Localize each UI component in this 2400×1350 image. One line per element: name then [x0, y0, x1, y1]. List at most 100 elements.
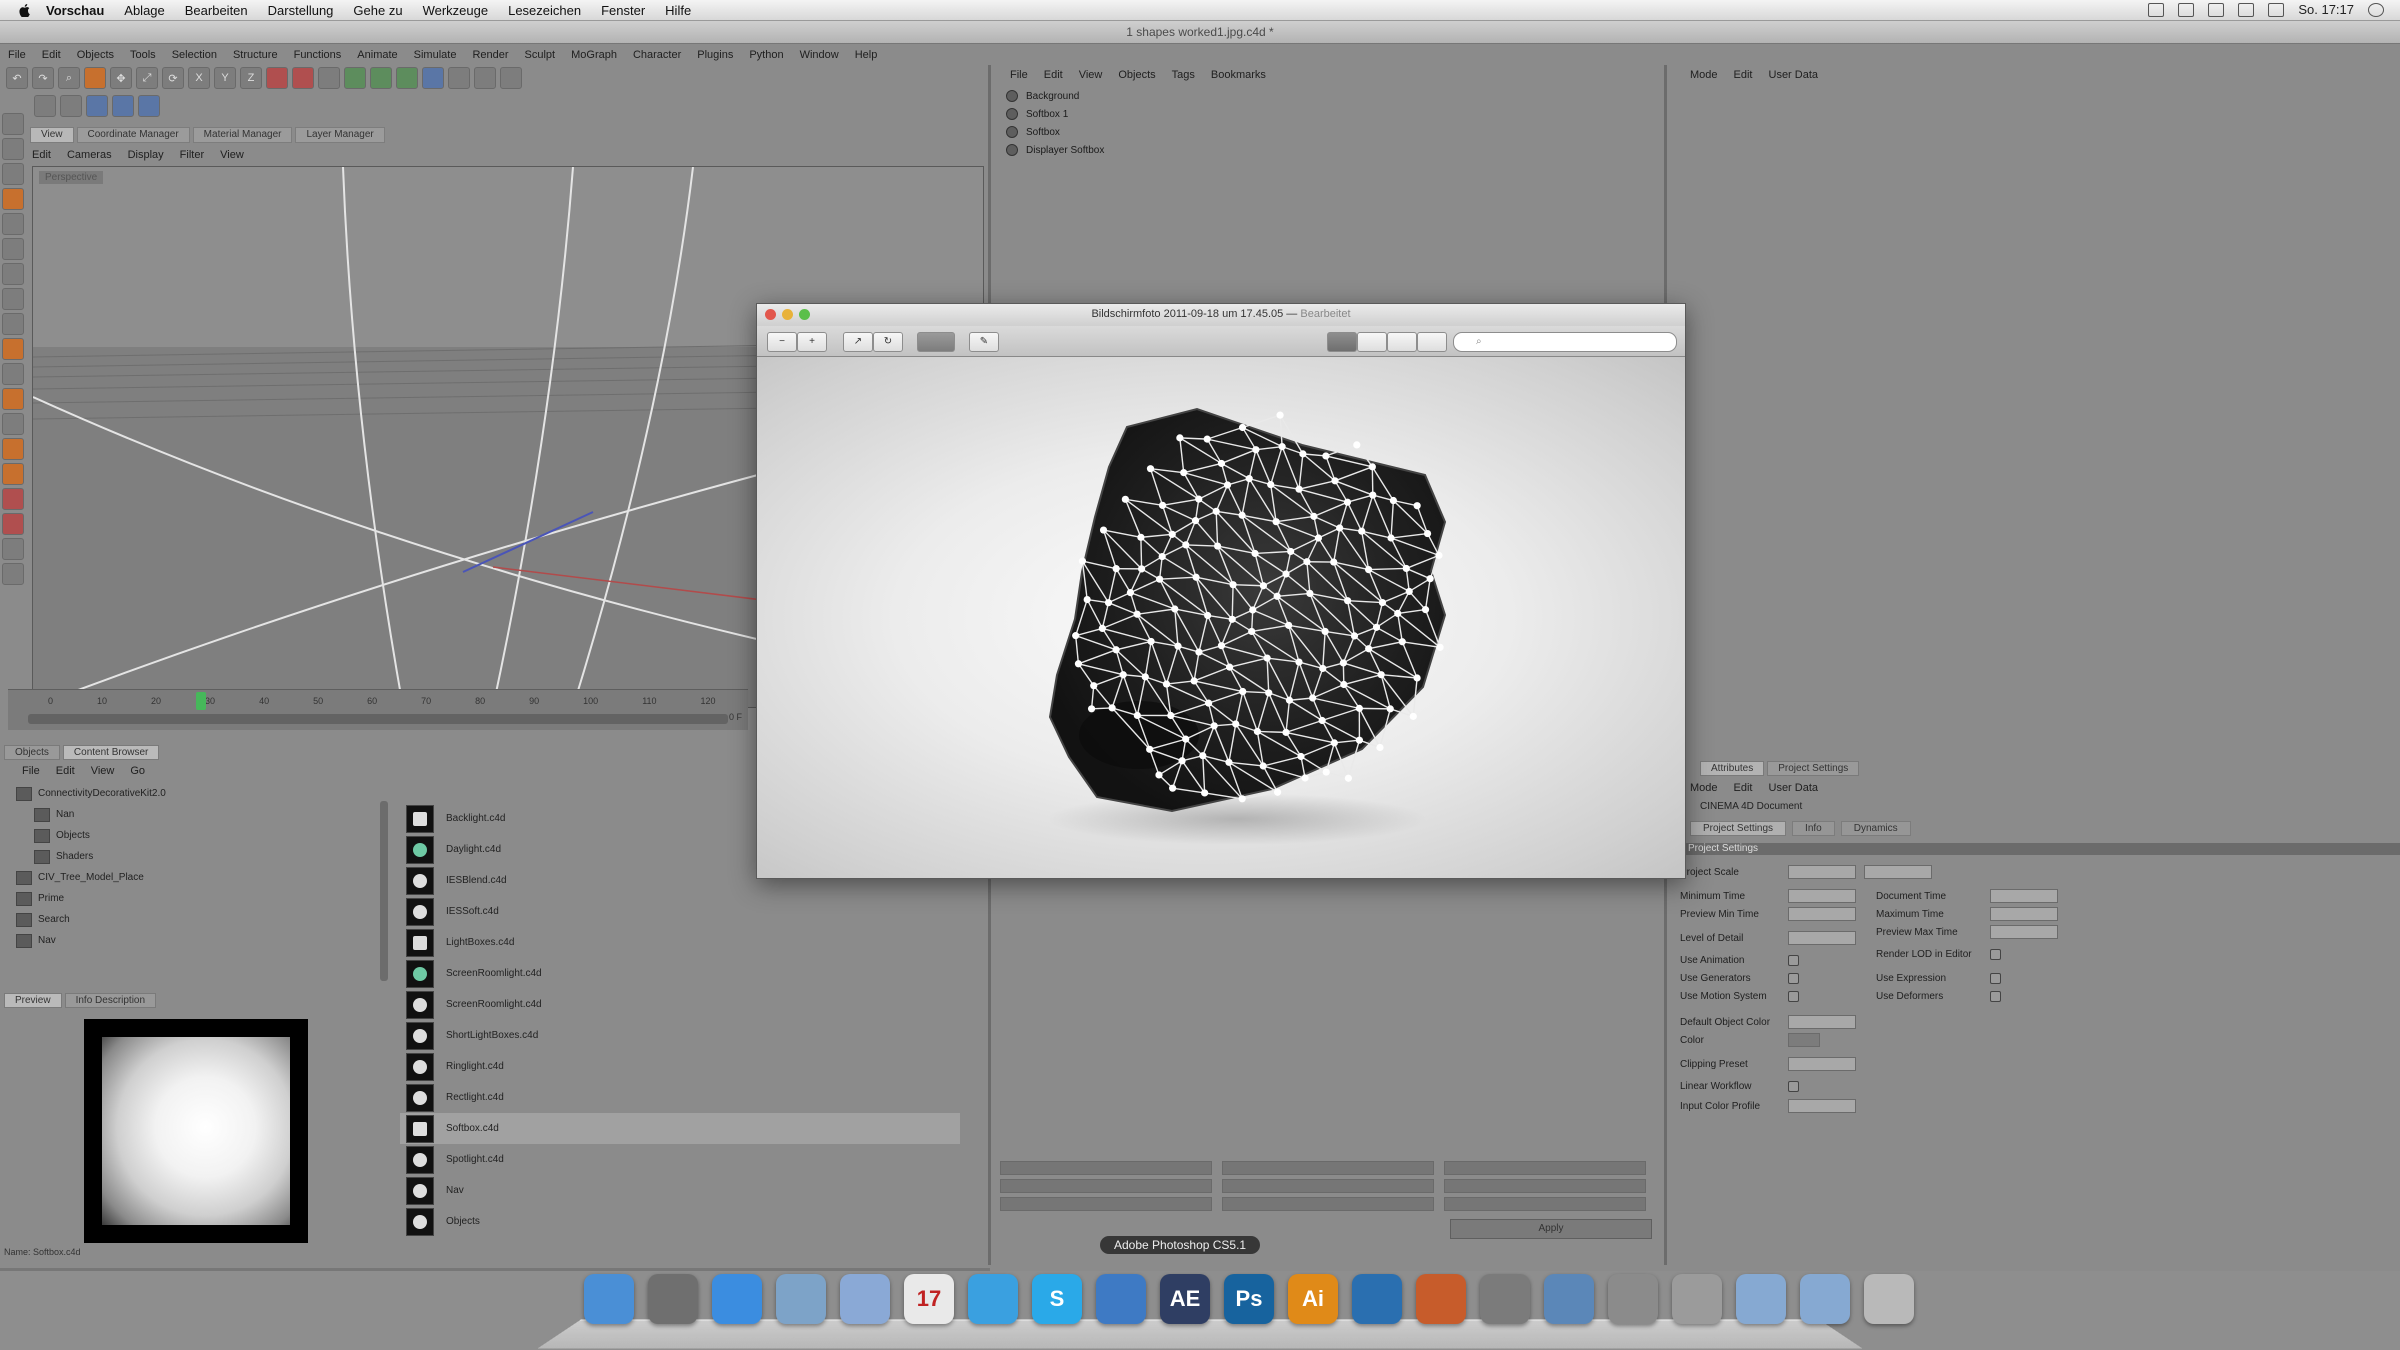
attributes-menu-item[interactable]: Mode — [1690, 782, 1718, 794]
keynote-icon[interactable] — [1416, 1274, 1466, 1324]
redo-icon[interactable]: ↷ — [32, 67, 54, 89]
file-row[interactable]: Objects — [400, 1206, 960, 1237]
menu-item[interactable]: Werkzeuge — [423, 3, 489, 18]
c4d-menu-item[interactable]: Selection — [172, 49, 217, 61]
use-generators-checkbox[interactable] — [1788, 973, 1799, 984]
scale-icon[interactable]: ⤢ — [136, 67, 158, 89]
c4d-menu-item[interactable]: Help — [855, 49, 878, 61]
menu-item[interactable]: Darstellung — [268, 3, 334, 18]
z-axis-icon[interactable]: Z — [240, 67, 262, 89]
light-icon[interactable] — [500, 67, 522, 89]
network-icon[interactable] — [840, 1274, 890, 1324]
size-x-field[interactable] — [1222, 1161, 1434, 1175]
cube-icon[interactable] — [344, 67, 366, 89]
om-menu-item[interactable]: View — [1079, 69, 1103, 81]
file-row[interactable]: ShortLightBoxes.c4d — [400, 1020, 960, 1051]
lock-workplane-icon[interactable] — [2, 388, 24, 410]
battery-icon[interactable] — [2268, 2, 2285, 17]
photoshop-icon[interactable]: Ps — [1224, 1274, 1274, 1324]
menu-item[interactable]: Fenster — [601, 3, 645, 18]
volume-icon[interactable] — [2238, 2, 2255, 17]
file-row[interactable]: ScreenRoomlight.c4d — [400, 989, 960, 1020]
layer-menu-item[interactable]: Edit — [1734, 69, 1753, 81]
rotate-icon[interactable]: ⟳ — [162, 67, 184, 89]
input-color-profile-select[interactable] — [1788, 1099, 1856, 1113]
file-row[interactable]: Spotlight.c4d — [400, 1144, 960, 1175]
tree-item[interactable]: Shaders — [16, 846, 386, 867]
rotation-p-field[interactable] — [1444, 1179, 1646, 1193]
utility-icon[interactable] — [1672, 1274, 1722, 1324]
system-preferences-icon[interactable] — [1608, 1274, 1658, 1324]
uv-tool-icon[interactable] — [2, 263, 24, 285]
size-y-field[interactable] — [1222, 1179, 1434, 1193]
browser-menu-item[interactable]: View — [91, 765, 115, 777]
tab-content-browser[interactable]: Content Browser — [62, 745, 160, 760]
position-x-field[interactable] — [1000, 1161, 1212, 1175]
use-expression-checkbox[interactable] — [1990, 973, 2001, 984]
render-view-icon[interactable] — [266, 67, 288, 89]
om-menu-item[interactable]: Tags — [1172, 69, 1195, 81]
wifi-icon[interactable] — [2208, 2, 2225, 17]
launchpad-icon[interactable] — [648, 1274, 698, 1324]
default-object-color-select[interactable] — [1788, 1015, 1856, 1029]
bluetooth-icon[interactable] — [2178, 2, 2195, 17]
om-menu-item[interactable]: Edit — [1044, 69, 1063, 81]
planar-workplane-icon[interactable] — [2, 413, 24, 435]
browser-scrollbar[interactable] — [380, 801, 388, 981]
c4d-menu-item[interactable]: Functions — [294, 49, 342, 61]
file-row[interactable]: IESSoft.c4d — [400, 896, 960, 927]
project-scale-field[interactable] — [1788, 865, 1856, 879]
mail-icon[interactable] — [776, 1274, 826, 1324]
c4d-menu-item[interactable]: Edit — [42, 49, 61, 61]
undo-icon[interactable]: ↶ — [6, 67, 28, 89]
move-icon[interactable]: ✥ — [110, 67, 132, 89]
c4d-menu-item[interactable]: Render — [472, 49, 508, 61]
subtab-info[interactable]: Info — [1792, 821, 1835, 836]
axis-mode-icon[interactable] — [112, 95, 134, 117]
rotation-h-field[interactable] — [1444, 1161, 1646, 1175]
level-of-detail-field[interactable] — [1788, 931, 1856, 945]
skype-icon[interactable]: S — [1032, 1274, 1082, 1324]
script-editor-icon[interactable] — [1480, 1274, 1530, 1324]
floor-icon[interactable] — [448, 67, 470, 89]
c4d-menu-item[interactable]: Plugins — [697, 49, 733, 61]
view-thumbnails-icon[interactable] — [1357, 332, 1387, 352]
edges-mode-icon[interactable] — [60, 95, 82, 117]
time-machine-icon[interactable] — [2148, 2, 2165, 17]
file-row[interactable]: ScreenRoomlight.c4d — [400, 958, 960, 989]
layer-menu-item[interactable]: User Data — [1769, 69, 1819, 81]
tweak-icon[interactable] — [2, 313, 24, 335]
document-time-field[interactable] — [1990, 889, 2058, 903]
menu-item[interactable]: Gehe zu — [353, 3, 402, 18]
preview-icon[interactable] — [1544, 1274, 1594, 1324]
live-selection-icon[interactable] — [84, 67, 106, 89]
file-row-selected[interactable]: Softbox.c4d — [400, 1113, 960, 1144]
tree-item[interactable]: Prime — [16, 888, 386, 909]
tab-attributes[interactable]: Attributes — [1700, 761, 1765, 776]
tree-item[interactable]: Nan — [16, 804, 386, 825]
brush-icon[interactable] — [2, 563, 24, 585]
calendar-icon[interactable]: 17 — [904, 1274, 954, 1324]
position-y-field[interactable] — [1000, 1179, 1212, 1193]
tab-info[interactable]: Info Description — [64, 993, 157, 1008]
object-row[interactable]: Softbox 1 — [996, 105, 1664, 123]
edges-tool-icon[interactable] — [2, 213, 24, 235]
c4d-menu-item[interactable]: MoGraph — [571, 49, 617, 61]
rotate-icon[interactable]: ↻ — [873, 332, 903, 352]
x-axis-icon[interactable]: X — [188, 67, 210, 89]
position-z-field[interactable] — [1000, 1197, 1212, 1211]
enable-axis-icon[interactable] — [2, 288, 24, 310]
y-lock-icon[interactable] — [2, 463, 24, 485]
c4d-menu-item[interactable]: Simulate — [414, 49, 457, 61]
view-continuous-icon[interactable] — [1417, 332, 1447, 352]
attributes-menu-item[interactable]: Edit — [1734, 782, 1753, 794]
tree-item[interactable]: CIV_Tree_Model_Place — [16, 867, 386, 888]
tab-view[interactable]: View — [30, 127, 74, 143]
viewport-menu-item[interactable]: Edit — [32, 149, 51, 161]
viewport-menu-item[interactable]: Cameras — [67, 149, 112, 161]
c4d-menu-item[interactable]: Tools — [130, 49, 156, 61]
menu-item[interactable]: Ablage — [124, 3, 164, 18]
tree-item[interactable]: ConnectivityDecorativeKit2.0 — [16, 783, 386, 804]
project-scale-unit-select[interactable] — [1864, 865, 1932, 879]
y-axis-icon[interactable]: Y — [214, 67, 236, 89]
